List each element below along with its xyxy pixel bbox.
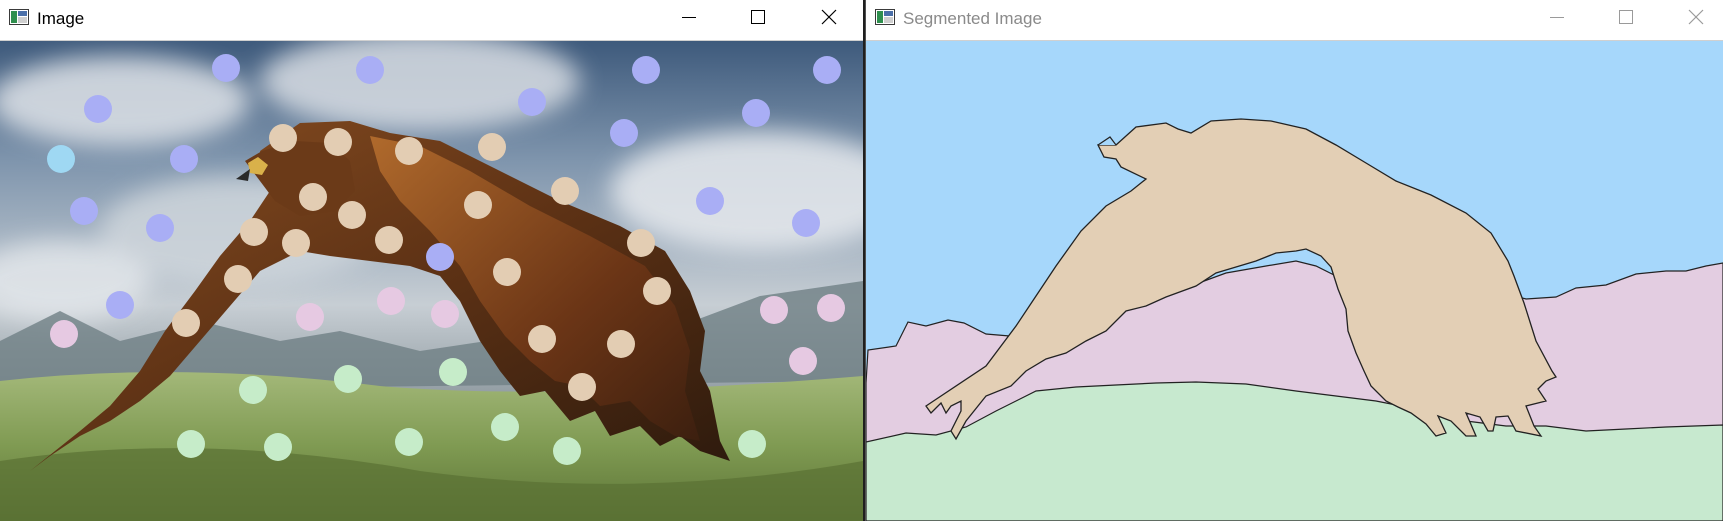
app-icon [9, 9, 29, 25]
app-icon [875, 9, 895, 25]
close-icon [1688, 9, 1704, 25]
close-button[interactable] [1673, 0, 1719, 34]
minimize-button[interactable] [666, 0, 712, 34]
segmentation-map [866, 41, 1723, 521]
minimize-icon [1550, 17, 1564, 18]
close-button[interactable] [806, 0, 852, 34]
maximize-icon [1619, 10, 1633, 24]
title-bar[interactable]: Image [0, 0, 863, 41]
image-window[interactable]: Image [0, 0, 863, 521]
window-title: Segmented Image [903, 9, 1042, 28]
window-title: Image [37, 9, 85, 28]
maximize-icon [751, 10, 765, 24]
title-bar[interactable]: Segmented Image [866, 0, 1723, 41]
minimize-button[interactable] [1534, 0, 1580, 34]
segmented-image-window[interactable]: Segmented Image [866, 0, 1723, 521]
maximize-button[interactable] [1603, 0, 1649, 34]
segmentation-canvas[interactable] [866, 41, 1723, 521]
image-canvas[interactable] [0, 41, 863, 521]
maximize-button[interactable] [735, 0, 781, 34]
close-icon [821, 9, 837, 25]
minimize-icon [682, 17, 696, 18]
eagle-photo [0, 41, 863, 521]
